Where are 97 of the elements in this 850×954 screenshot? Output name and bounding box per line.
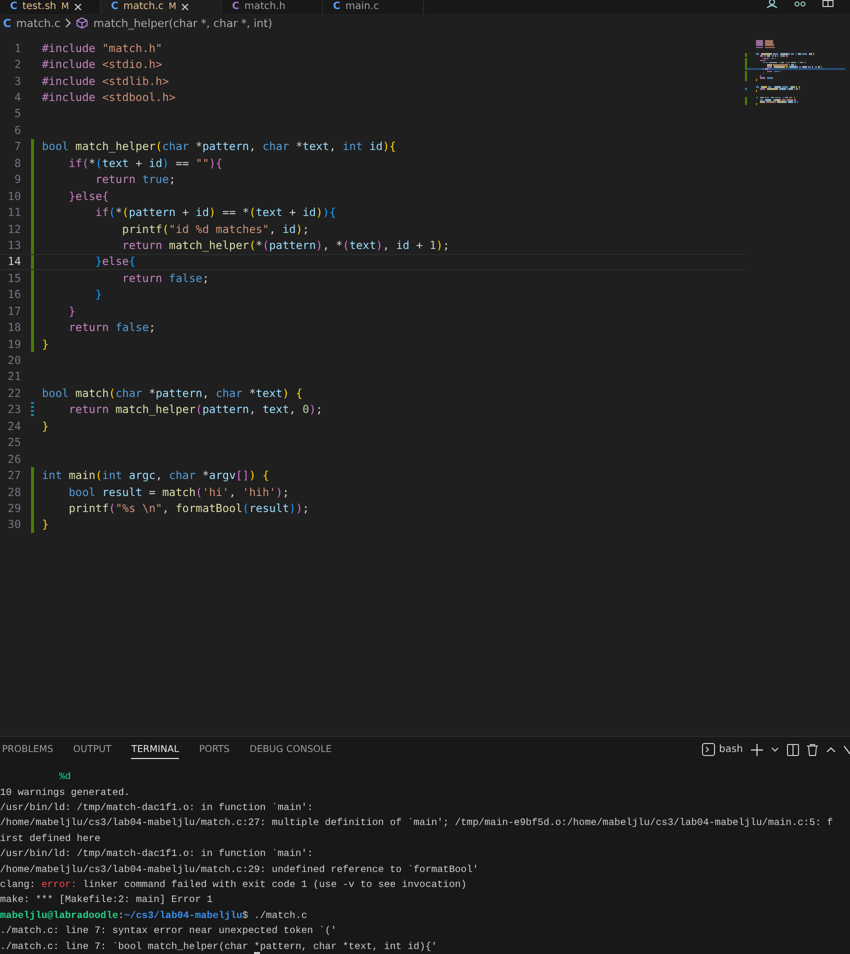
line-number: 6 — [13, 124, 21, 137]
line-number: 17 — [6, 304, 21, 318]
trash-icon[interactable] — [807, 744, 818, 756]
code-line: if(*(text + id) == ""){ — [68, 156, 222, 170]
code-line: bool match_helper(char *pattern, char *text, int id){ — [42, 140, 396, 154]
line-number: 28 — [6, 486, 21, 499]
line-number: 8 — [13, 156, 21, 170]
line-number: 27 — [6, 469, 21, 482]
modified-label: M — [61, 1, 70, 14]
code-line: } — [68, 304, 76, 318]
code-line: bool match(char *pattern, char *text) { — [42, 386, 303, 400]
code-line: #include "match.h" — [42, 42, 162, 55]
breadcrumb-item[interactable]: match_helper(char *, char *, int) — [93, 16, 272, 30]
terminal-selector[interactable]: bash — [702, 743, 743, 756]
line-number: 24 — [6, 420, 21, 433]
terminal-line: /usr/bin/ld: /tmp/match-dac1f1.o: in function `main': — [0, 801, 314, 816]
tab-label: main.c — [345, 0, 380, 14]
code-line: #include <stdio.h> — [42, 58, 162, 72]
line-number: 7 — [13, 140, 21, 154]
line-number: 3 — [13, 74, 21, 88]
code-line: int main(int argc, char *argv[]) { — [42, 469, 270, 482]
file-type-label: C — [3, 16, 12, 30]
panel-tab[interactable]: PORTS — [199, 740, 230, 759]
terminal-line: /home/mabeljlu/cs3/lab04-mabeljlu/match.c:27: multiple definition of `main'; /tmp/main-e9bf5d.o:/home/mabeljlu/cs3/lab04-mabeljlu/main.c:5: f — [0, 816, 834, 830]
line-number: 4 — [13, 91, 21, 104]
code-line: } — [94, 288, 102, 302]
split-icon[interactable] — [787, 744, 799, 756]
line-number: 9 — [13, 173, 21, 186]
code-line: if(*(pattern + id) == *(text + id)){ — [94, 206, 336, 220]
line-number: 5 — [13, 107, 21, 120]
code-line: return false; — [68, 321, 156, 334]
code-line: }else{ — [68, 190, 109, 203]
file-type-label: C — [333, 0, 340, 14]
panel-tab[interactable]: PROBLEMS — [2, 740, 54, 759]
terminal-line: clang: error: linker command failed with exit code 1 (use -v to see invocation) — [0, 878, 468, 892]
tab-label: match.h — [244, 0, 286, 14]
code-line: return match_helper(*(pattern), *(text), id + 1); — [121, 238, 450, 252]
line-number: 18 — [6, 321, 21, 334]
line-number: 13 — [6, 238, 21, 252]
cube-icon — [76, 17, 88, 29]
code-line: } — [42, 420, 49, 433]
terminal-line: %d — [58, 770, 72, 784]
terminal-line: irst defined here — [0, 832, 102, 846]
line-number: 29 — [6, 502, 21, 515]
line-number: 16 — [6, 288, 21, 302]
panel-tab[interactable]: OUTPUT — [73, 740, 112, 759]
line-number: 23 — [6, 403, 21, 416]
terminal-line: make: *** [Makefile:2: main] Error 1 — [0, 893, 214, 908]
code-line: #include <stdbool.h> — [42, 91, 176, 104]
chevron-down-icon[interactable] — [771, 746, 779, 753]
terminal-line: mabeljlu@labradoodle:~/cs3/lab04-mabeljlu$ ./match.c — [0, 908, 308, 923]
line-number: 22 — [6, 386, 21, 400]
line-number: 30 — [6, 518, 21, 532]
code-line: return false; — [121, 272, 209, 285]
terminal-line: 10 warnings generated. — [0, 786, 131, 800]
line-number: 10 — [6, 190, 21, 203]
terminal-line: /usr/bin/ld: /tmp/match-dac1f1.o: in function `main': — [0, 847, 314, 862]
code-line: #include <stdlib.h> — [42, 74, 169, 88]
line-number: 15 — [6, 272, 21, 285]
file-type-label: C — [232, 0, 240, 14]
terminal-line: ./match.c: line 7: syntax error near unexpected token `(' — [0, 924, 338, 938]
line-number: 20 — [6, 354, 21, 368]
file-type-label: C — [10, 0, 18, 14]
terminal-line: /home/mabeljlu/cs3/lab04-mabeljlu/match.c:29: undefined reference to `formatBool' — [0, 862, 480, 877]
chevron-up-icon[interactable] — [826, 746, 836, 753]
modified-label: M — [168, 1, 176, 14]
line-number: 14 — [6, 255, 21, 268]
person-icon[interactable] — [766, 0, 778, 8]
line-number: 1 — [13, 42, 21, 55]
split-editor-icon[interactable] — [822, 0, 834, 8]
line-number: 26 — [6, 452, 21, 466]
code-line: } — [42, 518, 49, 532]
line-number: 25 — [6, 436, 21, 450]
tab-label: match.c — [123, 0, 164, 14]
terminal-icon — [702, 743, 715, 756]
code-line: } — [42, 338, 49, 351]
chevron-right-icon — [65, 18, 72, 28]
code-line: bool result = match('hi', 'hih'); — [68, 486, 290, 499]
file-type-label: C — [111, 0, 118, 14]
plus-icon[interactable] — [751, 744, 763, 756]
line-number: 2 — [13, 58, 21, 72]
tab-label: test.sh — [22, 0, 56, 14]
line-number: 21 — [6, 370, 21, 384]
line-number: 11 — [6, 206, 21, 220]
panel-tab[interactable]: TERMINAL — [131, 740, 180, 759]
terminal-name: bash — [718, 744, 743, 756]
code-line: return true; — [94, 173, 176, 186]
code-line: }else{ — [94, 255, 136, 268]
code-line: return match_helper(pattern, text, 0); — [68, 403, 323, 416]
line-number: 12 — [6, 222, 21, 236]
line-number: 19 — [6, 338, 21, 351]
code-line: printf("id %d matches", id); — [121, 222, 310, 236]
code-line: printf("%s \n", formatBool(result)); — [68, 502, 310, 515]
panel-tab[interactable]: DEBUG CONSOLE — [250, 740, 332, 759]
breadcrumb-item[interactable]: match.c — [16, 16, 60, 30]
terminal-line: ./match.c: line 7: `bool match_helper(char *pattern, char *text, int id){' — [0, 940, 438, 954]
editor-tab[interactable]: C match.c M — [101, 0, 222, 14]
